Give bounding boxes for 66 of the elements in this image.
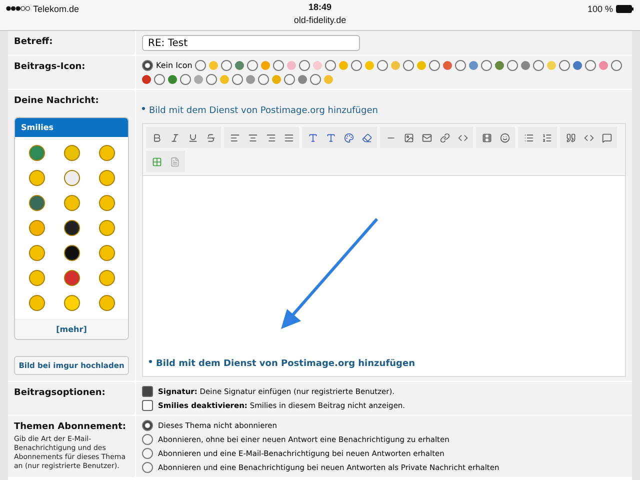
radio-button[interactable] <box>507 60 518 71</box>
subject-field[interactable]: RE: Test <box>142 35 360 51</box>
smiley-icon[interactable] <box>64 220 80 236</box>
subscription-label: Themen Abonnement: <box>14 421 127 433</box>
radio-button[interactable] <box>221 60 232 71</box>
radio-button[interactable] <box>559 60 570 71</box>
radio-button[interactable] <box>142 448 153 459</box>
radio-button[interactable] <box>206 74 217 85</box>
radio-button[interactable] <box>455 60 466 71</box>
radio-button[interactable] <box>142 462 153 473</box>
post-icon <box>495 61 504 70</box>
battery-level: 100 % <box>587 4 613 14</box>
post-icon <box>365 61 374 70</box>
post-icon <box>599 61 608 70</box>
post-icon <box>547 61 556 70</box>
clock: 18:49 <box>307 2 333 14</box>
panel-title: Smilies <box>15 118 128 137</box>
radio-button[interactable] <box>142 60 153 71</box>
options-label: Beitragsoptionen: <box>14 387 106 399</box>
battery-icon <box>616 4 634 12</box>
postimage-link[interactable]: Bild mit dem Dienst von Postimage.org hinzufügen <box>156 359 415 369</box>
post-icon <box>417 61 426 70</box>
radio-button[interactable] <box>429 60 440 71</box>
post-icon <box>469 61 478 70</box>
post-icon <box>521 61 530 70</box>
post-icon-label: Beitrags-Icon: <box>14 61 86 73</box>
radio-button[interactable] <box>142 434 153 445</box>
radio-button[interactable] <box>310 74 321 85</box>
message-label: Deine Nachricht: <box>14 95 100 107</box>
postimage-link[interactable]: Bild mit dem Dienst von Postimage.org hinzufügen <box>149 106 378 116</box>
no-icon-label: Kein Icon <box>156 61 192 70</box>
radio-button[interactable] <box>611 60 622 71</box>
radio-button[interactable] <box>142 420 153 431</box>
radio-button[interactable] <box>533 60 544 71</box>
radio-button[interactable] <box>377 60 388 71</box>
radio-button[interactable] <box>195 60 206 71</box>
post-icon <box>391 61 400 70</box>
carrier-name: Telekom.de <box>33 4 80 14</box>
radio-button[interactable] <box>273 60 284 71</box>
radio-button[interactable] <box>180 74 191 85</box>
radio-button[interactable] <box>154 74 165 85</box>
smiley-icon[interactable] <box>28 195 44 211</box>
url-text[interactable]: old-fidelity.de <box>294 15 346 28</box>
radio-button[interactable] <box>585 60 596 71</box>
smiley-icon[interactable] <box>64 245 80 261</box>
post-icon <box>142 75 151 84</box>
radio-button[interactable] <box>232 74 243 85</box>
radio-button[interactable] <box>258 74 269 85</box>
subject-label: Betreff: <box>14 36 54 48</box>
radio-button[interactable] <box>247 60 258 71</box>
text-editor[interactable]: Bild mit dem Dienst von Postimage.org hinzufügen <box>142 123 626 377</box>
radio-button[interactable] <box>403 60 414 71</box>
post-icon <box>168 75 177 84</box>
post-icon <box>443 61 452 70</box>
radio-button[interactable] <box>351 60 362 71</box>
radio-button[interactable] <box>481 60 492 71</box>
checkbox[interactable] <box>142 386 153 397</box>
radio-button[interactable] <box>299 60 310 71</box>
checkbox[interactable] <box>142 400 153 411</box>
more-link[interactable]: [mehr] <box>15 319 128 339</box>
radio-button[interactable] <box>325 60 336 71</box>
bullet-icon <box>142 107 145 110</box>
bullet-icon <box>149 360 152 364</box>
radio-button[interactable] <box>284 74 295 85</box>
post-icon <box>573 61 582 70</box>
signal-icon <box>6 6 30 11</box>
